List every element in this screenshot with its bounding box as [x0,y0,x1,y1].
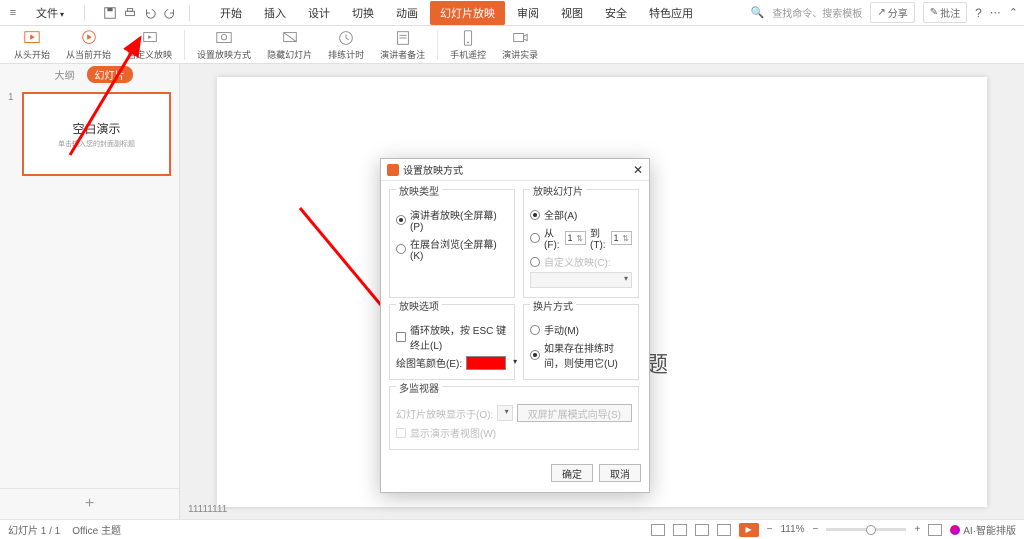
phone-icon [459,29,477,47]
custom-show-combo [530,272,632,288]
statusbar: 幻灯片 1 / 1 Office 主题 ▶ − 111% − + AI·智能排版 [0,519,1024,539]
help-icon[interactable]: ? [975,6,982,20]
search-hint[interactable]: 查找命令、搜索模板 [772,5,862,20]
tab-design[interactable]: 设计 [298,1,340,25]
setup-show-button[interactable]: 设置放映方式 [191,27,257,63]
search-icon[interactable]: 🔍 [751,6,765,19]
dialog-icon [387,164,399,176]
monitor-combo [497,405,512,421]
zoom-slider[interactable] [826,528,906,531]
tab-home[interactable]: 开始 [210,1,252,25]
radio-all[interactable] [530,210,540,220]
quick-access-toolbar [103,6,177,20]
speaker-notes-button[interactable]: 演讲者备注 [374,27,431,63]
tab-view[interactable]: 视图 [551,1,593,25]
dialog-title: 设置放映方式 [403,162,463,177]
slide-counter: 幻灯片 1 / 1 [8,522,60,537]
normal-view-icon[interactable] [673,524,687,536]
file-menu[interactable]: 文件 [28,3,72,23]
custom-show-icon [141,29,159,47]
setup-show-icon [215,29,233,47]
phone-remote-button[interactable]: 手机遥控 [444,27,492,63]
play-current-icon [80,29,98,47]
radio-manual[interactable] [530,325,540,335]
tab-animation[interactable]: 动画 [386,1,428,25]
chk-loop[interactable] [396,332,406,342]
notes-view-icon[interactable] [651,524,665,536]
sorter-view-icon[interactable] [695,524,709,536]
ribbon: 从头开始 从当前开始 自定义放映 设置放映方式 隐藏幻灯片 排练计时 演讲者备注… [0,26,1024,64]
app-menu-icon[interactable]: ≡ [6,6,20,20]
radio-custom [530,257,540,267]
setup-show-dialog: 设置放映方式 ✕ 放映类型 演讲者放映(全屏幕)(P) 在展台浏览(全屏幕)(K… [380,158,650,493]
tab-special[interactable]: 特色应用 [639,1,703,25]
from-spinner[interactable]: 1 [565,231,587,245]
slides-tab[interactable]: 幻灯片 [87,66,133,83]
outline-tab[interactable]: 大纲 [47,66,83,83]
pen-color-picker[interactable] [466,356,506,370]
dual-screen-button[interactable]: 双屏扩展模式向导(S) [517,404,632,422]
rehearse-icon [337,29,355,47]
radio-presenter[interactable] [396,215,406,225]
radio-timings[interactable] [530,350,540,360]
tab-insert[interactable]: 插入 [254,1,296,25]
slide-panel: 大纲 幻灯片 1 空白演示 单击输入您的封面副标题 + [0,64,180,519]
slide-thumbnail[interactable]: 空白演示 单击输入您的封面副标题 [22,92,171,176]
ribbon-tabs: 开始 插入 设计 切换 动画 幻灯片放映 审阅 视图 安全 特色应用 [210,1,703,25]
custom-show-button[interactable]: 自定义放映 [121,27,178,63]
slide-number: 1 [8,92,18,176]
share-button[interactable]: ↗分享 [870,2,914,23]
print-icon[interactable] [123,6,137,20]
radio-range[interactable] [530,233,540,243]
group-show-options: 放映选项 循环放映，按 ESC 键终止(L) 绘图笔颜色(E): [389,304,515,380]
group-monitors: 多监视器 幻灯片放映显示于(O):双屏扩展模式向导(S) 显示演示者视图(W) [389,386,639,450]
ai-layout-button[interactable]: AI·智能排版 [950,522,1016,537]
redo-icon[interactable] [163,6,177,20]
slideshow-button[interactable]: ▶ [739,523,759,537]
to-spinner[interactable]: 1 [611,231,633,245]
collapse-icon[interactable]: ⌃ [1009,6,1018,19]
ok-button[interactable]: 确定 [551,464,593,482]
radio-kiosk[interactable] [396,244,406,254]
reading-view-icon[interactable] [717,524,731,536]
zoom-level[interactable]: 111% [780,524,804,535]
notes-text[interactable]: 11111111 [180,500,235,519]
chk-presenter-view [396,428,406,438]
group-show-slides: 放映幻灯片 全部(A) 从(F):1到(T):1 自定义放映(C): [523,189,639,298]
notes-icon [394,29,412,47]
rehearse-button[interactable]: 排练计时 [322,27,370,63]
record-button[interactable]: 演讲实录 [496,27,544,63]
group-advance: 换片方式 手动(M) 如果存在排练时间，则使用它(U) [523,304,639,380]
hide-slide-button[interactable]: 隐藏幻灯片 [261,27,318,63]
close-icon[interactable]: ✕ [633,163,643,177]
titlebar: ≡ 文件 开始 插入 设计 切换 动画 幻灯片放映 审阅 视图 安全 特色应用 … [0,0,1024,26]
from-current-button[interactable]: 从当前开始 [60,27,117,63]
undo-icon[interactable] [143,6,157,20]
tab-security[interactable]: 安全 [595,1,637,25]
dialog-titlebar[interactable]: 设置放映方式 ✕ [381,159,649,181]
hide-slide-icon [281,29,299,47]
more-icon[interactable]: ⋯ [990,6,1001,19]
record-icon [511,29,529,47]
cancel-button[interactable]: 取消 [599,464,641,482]
comment-button[interactable]: ✎批注 [923,2,967,23]
add-slide-button[interactable]: + [0,488,179,519]
group-show-type: 放映类型 演讲者放映(全屏幕)(P) 在展台浏览(全屏幕)(K) [389,189,515,298]
play-start-icon [23,29,41,47]
tab-slideshow[interactable]: 幻灯片放映 [430,1,505,25]
tab-review[interactable]: 审阅 [507,1,549,25]
tab-transition[interactable]: 切换 [342,1,384,25]
theme-name: Office 主题 [72,522,121,537]
save-icon[interactable] [103,6,117,20]
from-beginning-button[interactable]: 从头开始 [8,27,56,63]
fit-view-icon[interactable] [928,524,942,536]
